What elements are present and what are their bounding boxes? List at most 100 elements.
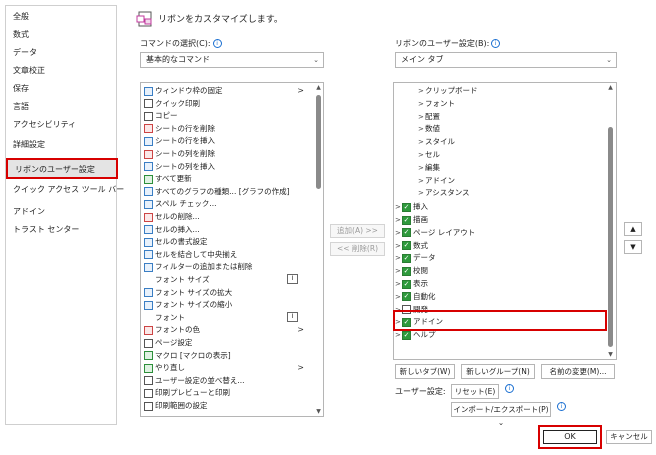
command-item[interactable]: マクロ [マクロの表示]	[144, 350, 312, 361]
scroll-thumb[interactable]	[316, 95, 321, 189]
command-item[interactable]: シートの行を挿入	[144, 135, 312, 146]
checked-checkbox-icon[interactable]: ✓	[402, 241, 411, 251]
ribbon-group-item[interactable]: >フォント	[418, 98, 455, 110]
sidebar-item-quick-access-toolbar[interactable]: クイック アクセス ツール バー	[13, 183, 124, 197]
command-item[interactable]: シートの列を削除	[144, 148, 312, 159]
ribbon-tab-item[interactable]: > ✓ 数式	[395, 240, 428, 252]
expand-icon[interactable]: >	[418, 85, 425, 97]
expand-icon[interactable]: >	[395, 278, 402, 290]
expand-icon[interactable]: >	[418, 98, 425, 110]
command-item[interactable]: ページ設定	[144, 337, 312, 348]
sidebar-item-save[interactable]: 保存	[13, 82, 29, 96]
command-item[interactable]: やり直し >	[144, 362, 312, 373]
info-icon[interactable]: i	[212, 39, 222, 48]
ribbon-tabs-dropdown[interactable]: メイン タブ ⌄	[395, 52, 617, 68]
expand-icon[interactable]: >	[395, 240, 402, 252]
import-export-button[interactable]: インポート/エクスポート(P) ⌄	[451, 402, 551, 427]
command-item[interactable]: フォント サイズの拡大	[144, 287, 312, 298]
rename-button[interactable]: 名前の変更(M)...	[541, 364, 615, 379]
checked-checkbox-icon[interactable]: ✓	[402, 292, 411, 302]
scroll-up-icon[interactable]: ▲	[606, 84, 615, 91]
expand-icon[interactable]: >	[418, 111, 425, 123]
command-item[interactable]: ユーザー設定の並べ替え...	[144, 375, 312, 386]
sidebar-item-language[interactable]: 言語	[13, 100, 29, 114]
new-tab-button[interactable]: 新しいタブ(W)	[395, 364, 455, 379]
command-item[interactable]: ウィンドウ枠の固定 >	[144, 85, 312, 96]
move-down-button[interactable]: ▼	[624, 240, 642, 254]
ribbon-group-item[interactable]: >アシスタンス	[418, 187, 470, 199]
expand-icon[interactable]: >	[395, 265, 402, 277]
command-item[interactable]: フォントの色 >	[144, 324, 312, 335]
ribbon-tab-item[interactable]: > ✓ 表示	[395, 278, 428, 290]
checked-checkbox-icon[interactable]: ✓	[402, 330, 411, 340]
expand-icon[interactable]: >	[395, 252, 402, 264]
ribbon-tab-item[interactable]: > ✓ データ	[395, 252, 436, 264]
cancel-button[interactable]: キャンセル	[606, 430, 652, 444]
ribbon-group-item[interactable]: >クリップボード	[418, 85, 478, 97]
info-icon[interactable]: i	[491, 39, 501, 48]
expand-icon[interactable]: >	[395, 214, 402, 226]
remove-button[interactable]: << 削除(R)	[330, 242, 385, 256]
command-item[interactable]: セルを結合して中央揃え	[144, 249, 312, 260]
ribbon-tab-item[interactable]: > ✓ 自動化	[395, 291, 436, 303]
scroll-thumb[interactable]	[608, 127, 613, 347]
expand-icon[interactable]: >	[418, 123, 425, 135]
checked-checkbox-icon[interactable]: ✓	[402, 279, 411, 289]
ribbon-group-item[interactable]: >アドイン	[418, 175, 455, 187]
checked-checkbox-icon[interactable]: ✓	[402, 228, 411, 238]
ribbon-tab-item[interactable]: > ✓ 描画	[395, 214, 428, 226]
expand-icon[interactable]: >	[418, 187, 425, 199]
expand-icon[interactable]: >	[418, 136, 425, 148]
scroll-down-icon[interactable]: ▼	[606, 351, 615, 358]
sidebar-item-accessibility[interactable]: アクセシビリティ	[13, 118, 76, 132]
expand-icon[interactable]: >	[418, 175, 425, 187]
expand-icon[interactable]: >	[418, 149, 425, 161]
sidebar-item-advanced[interactable]: 詳細設定	[13, 138, 45, 152]
command-item[interactable]: クイック印刷	[144, 98, 312, 109]
ribbon-group-item[interactable]: >配置	[418, 111, 440, 123]
checked-checkbox-icon[interactable]: ✓	[402, 266, 411, 276]
scroll-down-icon[interactable]: ▼	[314, 408, 323, 415]
command-item[interactable]: セルの挿入...	[144, 224, 312, 235]
command-item[interactable]: スペル チェック...	[144, 198, 312, 209]
ribbon-tab-item[interactable]: > ✓ 校閲	[395, 265, 428, 277]
command-item[interactable]: 印刷プレビューと印刷	[144, 387, 312, 398]
reset-button[interactable]: リセット(E) ⌄	[451, 384, 499, 409]
command-item[interactable]: セルの書式設定	[144, 236, 312, 247]
ribbon-tab-item[interactable]: > ✓ 挿入	[395, 201, 428, 213]
sidebar-item-proofing[interactable]: 文章校正	[13, 64, 45, 78]
info-icon[interactable]: i	[557, 402, 566, 411]
sidebar-item-data[interactable]: データ	[13, 46, 37, 60]
commands-list[interactable]: ウィンドウ枠の固定 > クイック印刷 コピー シートの行を削除 シートの行を挿入 シートの列…	[140, 82, 324, 417]
ribbon-group-item[interactable]: >数値	[418, 123, 440, 135]
command-item[interactable]: フォント サイズの縮小	[144, 299, 312, 310]
sidebar-item-trust-center[interactable]: トラスト センター	[13, 223, 79, 237]
ok-button[interactable]: OK	[543, 430, 597, 444]
ribbon-tab-item[interactable]: > ✓ ページ レイアウト	[395, 227, 475, 239]
command-item[interactable]: シートの行を削除	[144, 123, 312, 134]
command-item[interactable]: すべてのグラフの種類... [グラフの作成]	[144, 186, 312, 197]
add-button[interactable]: 追加(A) >>	[330, 224, 385, 238]
checked-checkbox-icon[interactable]: ✓	[402, 215, 411, 225]
info-icon[interactable]: i	[505, 384, 514, 393]
command-item[interactable]: 印刷範囲の設定	[144, 400, 312, 411]
command-item[interactable]: フォント サイズ I	[144, 274, 312, 285]
sidebar-item-addins[interactable]: アドイン	[13, 205, 45, 219]
expand-icon[interactable]: >	[395, 291, 402, 303]
checked-checkbox-icon[interactable]: ✓	[402, 253, 411, 263]
sidebar-item-general[interactable]: 全般	[13, 10, 29, 24]
sidebar-item-customize-ribbon[interactable]: リボンのユーザー設定	[6, 158, 118, 179]
command-item[interactable]: フォント I	[144, 311, 312, 323]
command-item[interactable]: フィルターの追加または削除	[144, 261, 312, 272]
move-up-button[interactable]: ▲	[624, 222, 642, 236]
new-group-button[interactable]: 新しいグループ(N)	[461, 364, 535, 379]
expand-icon[interactable]: >	[395, 227, 402, 239]
ribbon-group-item[interactable]: >編集	[418, 162, 440, 174]
commands-scrollbar[interactable]: ▲ ▼	[314, 83, 323, 416]
command-item[interactable]: シートの列を挿入	[144, 161, 312, 172]
choose-commands-dropdown[interactable]: 基本的なコマンド ⌄	[140, 52, 324, 68]
command-item[interactable]: すべて更新	[144, 173, 312, 184]
command-item[interactable]: セルの削除...	[144, 211, 312, 222]
tabs-scrollbar[interactable]: ▲ ▼	[606, 83, 615, 359]
ribbon-group-item[interactable]: >セル	[418, 149, 440, 161]
